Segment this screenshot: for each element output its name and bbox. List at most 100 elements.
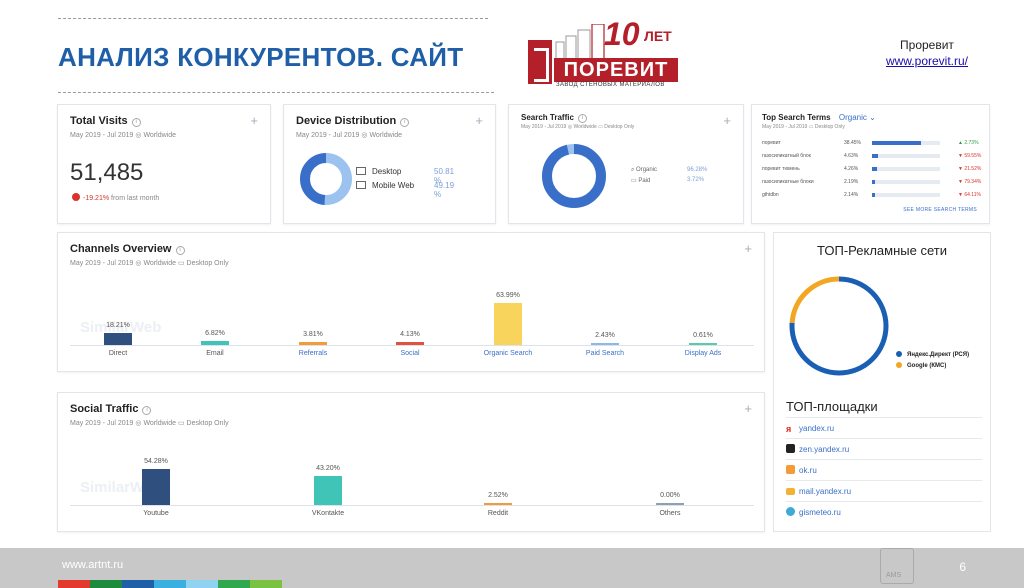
- legend-value: 3.72%: [687, 177, 705, 183]
- legend-label: Organic: [636, 167, 658, 173]
- channel-category-label-5[interactable]: Paid Search: [560, 350, 650, 357]
- globe-icon: ◎: [361, 132, 368, 139]
- info-icon[interactable]: i: [577, 114, 587, 123]
- channel-category-label-1[interactable]: Email: [170, 350, 260, 357]
- search-traffic-title: Search Traffic: [521, 113, 574, 122]
- device-label: Desktop Only: [604, 124, 635, 130]
- search-term-row[interactable]: поревит 38.45% ▲ 2.73%: [762, 137, 990, 150]
- term-share-bar: [872, 193, 940, 197]
- globe-icon: ◎: [135, 132, 142, 139]
- see-more-search-terms-link[interactable]: SEE MORE SEARCH TERMS: [903, 207, 977, 213]
- building-icon: [555, 24, 605, 60]
- site-item[interactable]: mail.yandex.ru: [786, 480, 982, 501]
- term-change: ▼ 64.11%: [958, 192, 981, 198]
- globe-icon: ◎: [567, 124, 573, 130]
- footer-stripe-6: [250, 580, 282, 588]
- social-bar-1[interactable]: [314, 476, 342, 505]
- site-item[interactable]: zen.yandex.ru: [786, 438, 982, 459]
- channel-bar-4[interactable]: [494, 303, 522, 345]
- term-keyword: поревит тюмень: [762, 166, 800, 172]
- organic-dropdown[interactable]: Organic ⌄: [839, 113, 876, 122]
- ok-icon: [786, 465, 795, 474]
- search-terms-list: поревит 38.45% ▲ 2.73% газосиликатный блок…: [762, 137, 990, 202]
- term-share: 2.19%: [844, 179, 859, 185]
- channel-bar-6[interactable]: [689, 343, 717, 345]
- info-icon[interactable]: i: [400, 118, 410, 127]
- channel-category-label-4[interactable]: Organic Search: [463, 350, 553, 357]
- social-category-label-3[interactable]: Others: [625, 510, 715, 517]
- period-label: May 2019 - Jul 2019: [762, 124, 808, 130]
- card-subtitle: May 2019 - Jul 2019 ▭ Desktop Only: [762, 124, 845, 130]
- paid-icon: ▭: [631, 178, 637, 184]
- legend-paid: ▭ Paid 3.72%: [631, 177, 704, 184]
- channel-bar-2[interactable]: [299, 342, 327, 345]
- add-widget-icon[interactable]: +: [250, 113, 258, 128]
- social-bar-2[interactable]: [484, 503, 512, 505]
- term-share-bar: [872, 167, 940, 171]
- social-bar-3[interactable]: [656, 503, 684, 505]
- company-url-link[interactable]: www.porevit.ru/: [886, 54, 968, 68]
- total-visits-value: 51,485: [70, 159, 144, 186]
- add-widget-icon[interactable]: +: [475, 113, 483, 128]
- channel-bar-1[interactable]: [201, 340, 229, 345]
- site-item[interactable]: я yandex.ru: [786, 417, 982, 438]
- social-category-label-2[interactable]: Reddit: [453, 510, 543, 517]
- channel-bar-0[interactable]: [104, 333, 132, 345]
- channel-bar-5[interactable]: [591, 343, 619, 345]
- page-title: АНАЛИЗ КОНКУРЕНТОВ. САЙТ: [58, 42, 464, 72]
- top-sites-title: ТОП-площадки: [786, 399, 878, 414]
- social-category-label-1[interactable]: VKontakte: [283, 510, 373, 517]
- site-item[interactable]: gismeteo.ru: [786, 501, 982, 522]
- social-bar-0[interactable]: [142, 469, 170, 505]
- period-label: May 2019 - Jul 2019: [521, 124, 567, 130]
- channel-value-label-4: 63.99%: [496, 292, 520, 299]
- mobile-icon: [356, 181, 366, 189]
- yandex-icon: я: [786, 424, 792, 434]
- chevron-down-icon: ⌄: [869, 113, 876, 122]
- info-icon[interactable]: i: [131, 118, 141, 127]
- term-share-fill: [872, 154, 879, 158]
- social-bar-chart: 54.28% Youtube 43.20% VKontakte 2.52% Reddit 0…: [58, 393, 766, 533]
- channel-bar-3[interactable]: [396, 342, 424, 345]
- search-term-row[interactable]: газосиликатный блок 4.63% ▼ 59.55%: [762, 150, 990, 163]
- period-label: May 2019 - Jul 2019: [296, 132, 360, 139]
- term-share-fill: [872, 141, 921, 145]
- card-title: Search Traffic i: [521, 113, 587, 123]
- add-widget-icon[interactable]: +: [723, 113, 731, 128]
- top-search-terms-title: Top Search Terms: [762, 113, 831, 122]
- search-term-row[interactable]: gthtdbn 2.14% ▼ 64.11%: [762, 189, 990, 202]
- channel-category-label-0[interactable]: Direct: [73, 350, 163, 357]
- device-donut-chart: [300, 153, 352, 205]
- search-term-row[interactable]: поревит тюмень 4.26% ▼ 21.52%: [762, 163, 990, 176]
- footer-stripe-0: [58, 580, 90, 588]
- term-change: ▲ 2.73%: [958, 140, 979, 146]
- term-share: 38.45%: [844, 140, 861, 146]
- social-category-label-0[interactable]: Youtube: [111, 510, 201, 517]
- term-share-bar: [872, 154, 940, 158]
- social-value-label-3: 0.00%: [660, 492, 680, 499]
- top-search-terms-card: Top Search Terms Organic ⌄ May 2019 - Ju…: [751, 104, 990, 224]
- device-label: Desktop Only: [814, 124, 845, 130]
- channel-category-label-3[interactable]: Social: [365, 350, 455, 357]
- legend-swatch: [896, 362, 902, 368]
- desktop-icon: ▭: [598, 124, 603, 130]
- channel-value-label-0: 18.21%: [106, 322, 130, 330]
- logo-tagline: ЗАВОД СТЕНОВЫХ МАТЕРИАЛОВ: [556, 82, 665, 88]
- scope-label: Worldwide: [573, 124, 597, 130]
- site-item[interactable]: ok.ru: [786, 459, 982, 480]
- dropdown-value: Organic: [838, 113, 867, 122]
- footer-stripe-5: [218, 580, 250, 588]
- term-change: ▼ 21.52%: [958, 166, 982, 172]
- logo-anniversary-unit: ЛЕТ: [644, 28, 672, 44]
- channel-value-label-5: 2.43%: [595, 332, 615, 339]
- card-title: Device Distribution i: [296, 115, 410, 127]
- desktop-icon: ▭: [808, 124, 814, 130]
- page-number: 6: [959, 560, 966, 574]
- legend-google: Google (КМС): [896, 362, 946, 369]
- term-share: 4.26%: [844, 166, 859, 172]
- down-arrow-icon: [72, 193, 80, 201]
- search-term-row[interactable]: газосиликатные блоки 2.19% ▼ 79.34%: [762, 176, 990, 189]
- channel-category-label-6[interactable]: Display Ads: [658, 350, 748, 357]
- period-label: May 2019 - Jul 2019: [70, 132, 134, 139]
- channel-category-label-2[interactable]: Referrals: [268, 350, 358, 357]
